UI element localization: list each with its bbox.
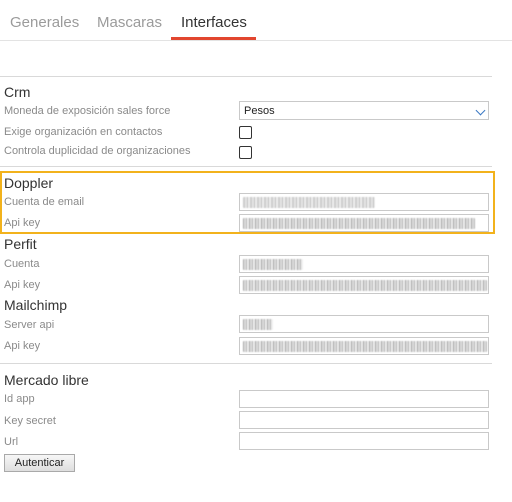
controla-label: Controla duplicidad de organizaciones xyxy=(4,145,191,157)
redacted-value xyxy=(243,319,273,330)
moneda-selected-value: Pesos xyxy=(244,105,275,117)
section-divider xyxy=(0,76,492,77)
doppler-cuenta-label: Cuenta de email xyxy=(4,196,85,208)
exige-checkbox[interactable] xyxy=(239,126,252,139)
keysecret-label: Key secret xyxy=(4,415,56,427)
doppler-apikey-label: Api key xyxy=(4,217,41,229)
controla-checkbox[interactable] xyxy=(239,146,252,159)
mailchimp-server-field[interactable] xyxy=(239,315,489,333)
keysecret-field[interactable] xyxy=(239,411,489,429)
moneda-select[interactable]: Pesos xyxy=(239,101,489,120)
moneda-label: Moneda de exposición sales force xyxy=(4,105,171,117)
idapp-label: Id app xyxy=(4,393,35,405)
redacted-value xyxy=(243,280,487,291)
tab-mascaras[interactable]: Mascaras xyxy=(97,14,162,31)
tab-generales[interactable]: Generales xyxy=(10,14,79,31)
tab-bar: Generales Mascaras Interfaces xyxy=(0,0,512,41)
active-tab-indicator xyxy=(171,37,256,40)
section-divider xyxy=(0,363,492,364)
perfit-cuenta-label: Cuenta xyxy=(4,258,40,270)
tab-interfaces[interactable]: Interfaces xyxy=(181,14,247,31)
doppler-apikey-field[interactable] xyxy=(239,214,489,232)
redacted-value xyxy=(243,341,487,352)
redacted-value xyxy=(243,259,303,270)
section-title-crm: Crm xyxy=(4,84,31,100)
doppler-email-field[interactable] xyxy=(239,193,489,211)
exige-label: Exige organización en contactos xyxy=(4,126,163,138)
perfit-apikey-label: Api key xyxy=(4,279,41,291)
idapp-field[interactable] xyxy=(239,390,489,408)
section-title-perfit: Perfit xyxy=(4,236,37,252)
section-title-doppler: Doppler xyxy=(4,175,54,191)
section-divider xyxy=(0,166,492,167)
autenticar-button[interactable]: Autenticar xyxy=(4,454,75,472)
section-title-mercadolibre: Mercado libre xyxy=(4,372,89,388)
perfit-cuenta-field[interactable] xyxy=(239,255,489,273)
perfit-apikey-field[interactable] xyxy=(239,276,489,294)
redacted-value xyxy=(243,197,375,208)
chevron-down-icon xyxy=(475,105,486,116)
mailchimp-apikey-label: Api key xyxy=(4,340,41,352)
url-field[interactable] xyxy=(239,432,489,450)
redacted-value xyxy=(243,218,475,229)
section-title-mailchimp: Mailchimp xyxy=(4,297,68,313)
mailchimp-apikey-field[interactable] xyxy=(239,337,489,355)
mailchimp-server-label: Server api xyxy=(4,319,55,331)
url-label: Url xyxy=(4,436,19,448)
